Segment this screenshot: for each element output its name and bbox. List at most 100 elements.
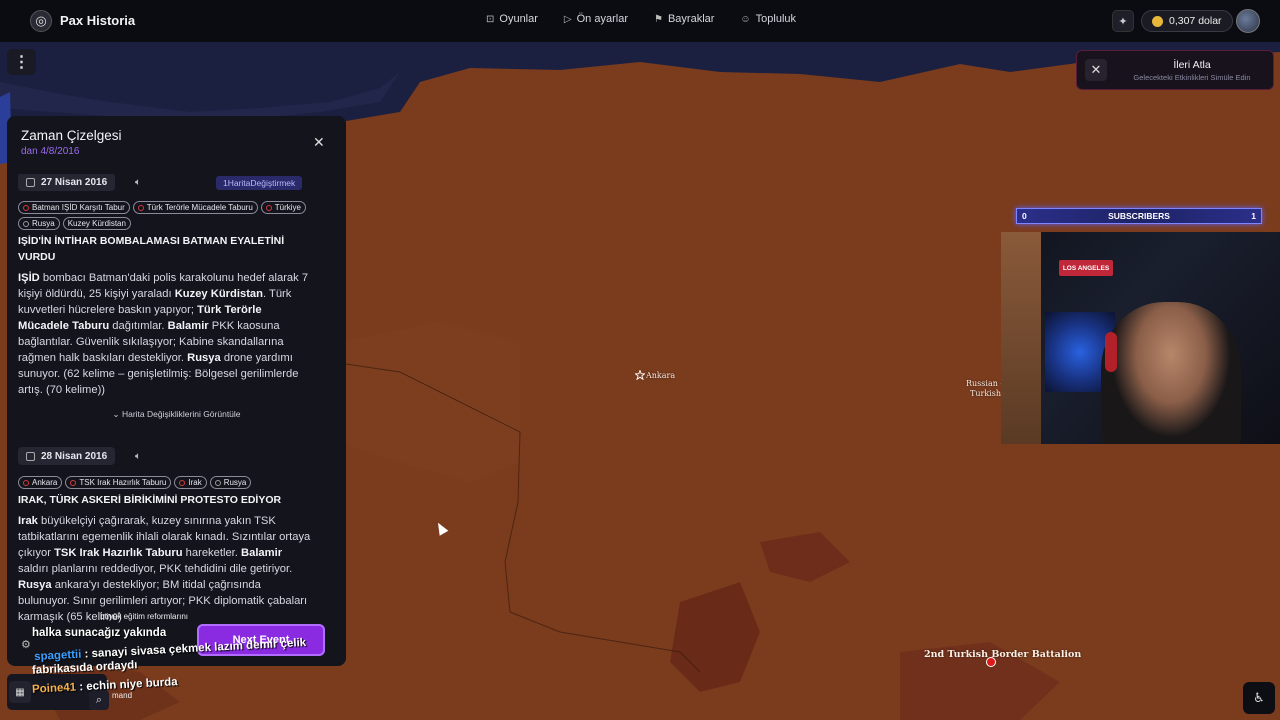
tag[interactable]: TSK Irak Hazırlık Taburu bbox=[65, 476, 172, 489]
speaker-icon[interactable]: 🔈︎ bbox=[135, 451, 141, 462]
tag[interactable]: Irak bbox=[174, 476, 207, 489]
subscribers-bar: 0 SUBSCRIBERS 1 bbox=[1016, 208, 1262, 224]
entry-tags: Ankara TSK Irak Hazırlık Taburu Irak Rus… bbox=[18, 476, 318, 489]
show-map-changes-text: Harita Değişikliklerini Görüntüle bbox=[121, 409, 241, 419]
chat-faint-line: mand bbox=[112, 691, 133, 700]
tag[interactable]: Kuzey Kürdistan bbox=[62, 217, 131, 230]
nav-presets[interactable]: ▷ Ön ayarlar bbox=[564, 13, 628, 25]
tag-dot bbox=[23, 204, 29, 211]
map-menu-button[interactable]: ⋮ bbox=[7, 49, 36, 75]
body-emphasis: Rusya bbox=[18, 579, 52, 591]
chat-username: spagettii bbox=[33, 648, 82, 664]
entry-tags: Batman IŞİD Karşıtı Tabur Türk Terörle M… bbox=[18, 201, 318, 230]
nav-label: Oyunlar bbox=[499, 13, 538, 25]
globe-logo-icon[interactable]: ◎ bbox=[30, 10, 52, 32]
body-text: hareketler. bbox=[182, 547, 242, 559]
brand-name[interactable]: Pax Historia bbox=[60, 13, 135, 28]
tag-dot bbox=[265, 204, 272, 211]
tag-label: Kuzey Kürdistan bbox=[67, 219, 126, 228]
close-icon[interactable]: ✕ bbox=[1085, 59, 1107, 81]
body-emphasis: Kuzey Kürdistan bbox=[174, 288, 263, 300]
user-avatar[interactable] bbox=[1236, 9, 1260, 33]
unit-marker[interactable] bbox=[986, 657, 996, 667]
subscribers-goal: 1 bbox=[1251, 211, 1256, 221]
tag[interactable]: Rusya bbox=[209, 476, 252, 489]
skip-ahead-panel[interactable]: ✕ İleri Atla Gelecekteki Etkinlikleri Si… bbox=[1076, 50, 1274, 90]
tag-label: TSK Irak Hazırlık Taburu bbox=[79, 478, 167, 487]
body-text: dağıtımlar. bbox=[109, 320, 168, 332]
flag-icon: ⚑ bbox=[653, 13, 663, 25]
headset bbox=[1105, 332, 1117, 372]
subscribers-current: 0 bbox=[1022, 211, 1027, 221]
tag[interactable]: Ankara bbox=[18, 476, 63, 489]
skip-ahead-title: İleri Atla bbox=[1173, 59, 1211, 71]
tag-label: Batman IŞİD Karşıtı Tabur bbox=[32, 203, 125, 212]
body-text: saldırı planlarını reddediyor, PKK tehdi… bbox=[18, 563, 293, 575]
star-icon bbox=[635, 370, 645, 380]
nav-label: Bayraklar bbox=[667, 13, 715, 25]
cam-sign: LOS ANGELES bbox=[1059, 260, 1113, 276]
body-emphasis: IŞİD bbox=[18, 272, 40, 284]
speaker-icon[interactable]: 🔈︎ bbox=[135, 177, 141, 188]
map-change-text: 1HaritaDeğiştirmek bbox=[223, 178, 296, 188]
nav-label: Ön ayarlar bbox=[576, 13, 628, 25]
tag-dot bbox=[179, 479, 186, 486]
entry-date: 28 Nisan 2016 bbox=[18, 447, 116, 465]
tag-dot bbox=[137, 204, 144, 211]
body-emphasis: Balamir bbox=[241, 547, 283, 559]
timeline-header: Zaman Çizelgesi dan 4/8/2016 ✕ bbox=[7, 116, 346, 174]
entry-date: 27 Nisan 2016 bbox=[18, 173, 116, 191]
timeline-subtitle: dan 4/8/2016 bbox=[21, 146, 80, 157]
entry-date-text: 27 Nisan 2016 bbox=[41, 176, 108, 188]
tag-label: Irak bbox=[188, 478, 202, 487]
tag-label: Rusya bbox=[32, 219, 55, 228]
chat-toggle-icon[interactable]: ▦ bbox=[9, 681, 31, 703]
tag[interactable]: Batman IŞİD Karşıtı Tabur bbox=[18, 201, 130, 214]
accessibility-icon[interactable]: ♿︎ bbox=[1243, 682, 1275, 714]
timeline-title: Zaman Çizelgesi bbox=[21, 128, 122, 143]
tag-dot bbox=[23, 479, 29, 486]
tag[interactable]: Türk Terörle Mücadele Taburu bbox=[132, 201, 258, 214]
subscribers-label: SUBSCRIBERS bbox=[1108, 211, 1170, 221]
nav-flags[interactable]: ⚑ Bayraklar bbox=[654, 13, 714, 25]
streamer bbox=[1101, 302, 1241, 444]
entry-body: IŞİD bombacı Batman'daki polis karakolun… bbox=[18, 270, 314, 398]
tag-dot bbox=[70, 479, 77, 486]
tag-dot bbox=[214, 479, 221, 486]
cam-shelf bbox=[1001, 232, 1041, 444]
play-icon: ▷ bbox=[563, 13, 572, 25]
main-nav: ⊡ Oyunlar ▷ Ön ayarlar ⚑ Bayraklar ☺ Toplulu… bbox=[486, 13, 796, 25]
entry-title: IRAK, TÜRK ASKERİ BİRİKİMİNİ PROTESTO ED… bbox=[18, 494, 282, 506]
tag[interactable]: Rusya bbox=[18, 217, 60, 230]
close-icon[interactable]: ✕ bbox=[313, 134, 325, 151]
entry-date-text: 28 Nisan 2016 bbox=[41, 450, 108, 462]
tag[interactable]: Türkiye bbox=[260, 201, 306, 214]
chat-faint-line: halka sunacağız yakında bbox=[32, 627, 167, 639]
top-bar: ◎ Pax Historia ⊡ Oyunlar ▷ Ön ayarlar ⚑ Bay… bbox=[0, 0, 1280, 42]
skip-ahead-subtitle: Gelecekteki Etkinlikleri Simüle Edin bbox=[1133, 73, 1251, 82]
nav-label: Topluluk bbox=[755, 13, 796, 25]
gamepad-icon: ⊡ bbox=[486, 13, 495, 25]
show-map-changes-link[interactable]: ⌄ Harita Değişikliklerini Görüntüle bbox=[7, 409, 346, 420]
wallet-balance[interactable]: 0,307 dolar bbox=[1141, 10, 1233, 32]
region-label: Russian - bbox=[966, 379, 1004, 388]
nav-community[interactable]: ☺ Topluluk bbox=[740, 13, 796, 25]
tag-label: Ankara bbox=[32, 478, 58, 487]
calendar-icon bbox=[26, 451, 35, 461]
search-icon[interactable]: ⌕ bbox=[89, 690, 109, 710]
city-label-ankara[interactable]: Ankara bbox=[646, 371, 675, 380]
nav-games[interactable]: ⊡ Oyunlar bbox=[486, 13, 538, 25]
map-change-badge[interactable]: 1HaritaDeğiştirmek bbox=[216, 176, 303, 190]
tag-label: Rusya bbox=[223, 478, 247, 487]
tag-dot bbox=[23, 220, 29, 227]
gift-icon[interactable]: ✦ bbox=[1112, 10, 1134, 32]
wallet-amount: 0,307 dolar bbox=[1169, 15, 1222, 27]
unit-label[interactable]: 2nd Turkish Border Battalion bbox=[924, 649, 1081, 660]
entry-body: Irak büyükelçiyi çağırarak, kuzey sınırı… bbox=[18, 513, 314, 625]
body-emphasis: TSK Irak Hazırlık Taburu bbox=[54, 547, 183, 559]
body-emphasis: Rusya bbox=[187, 352, 221, 364]
tag-label: Türkiye bbox=[274, 203, 301, 212]
webcam-feed: LOS ANGELES bbox=[1001, 232, 1280, 444]
tag-label: Türk Terörle Mücadele Taburu bbox=[146, 203, 253, 212]
settings-gear-icon[interactable]: ⚙ bbox=[21, 638, 31, 651]
